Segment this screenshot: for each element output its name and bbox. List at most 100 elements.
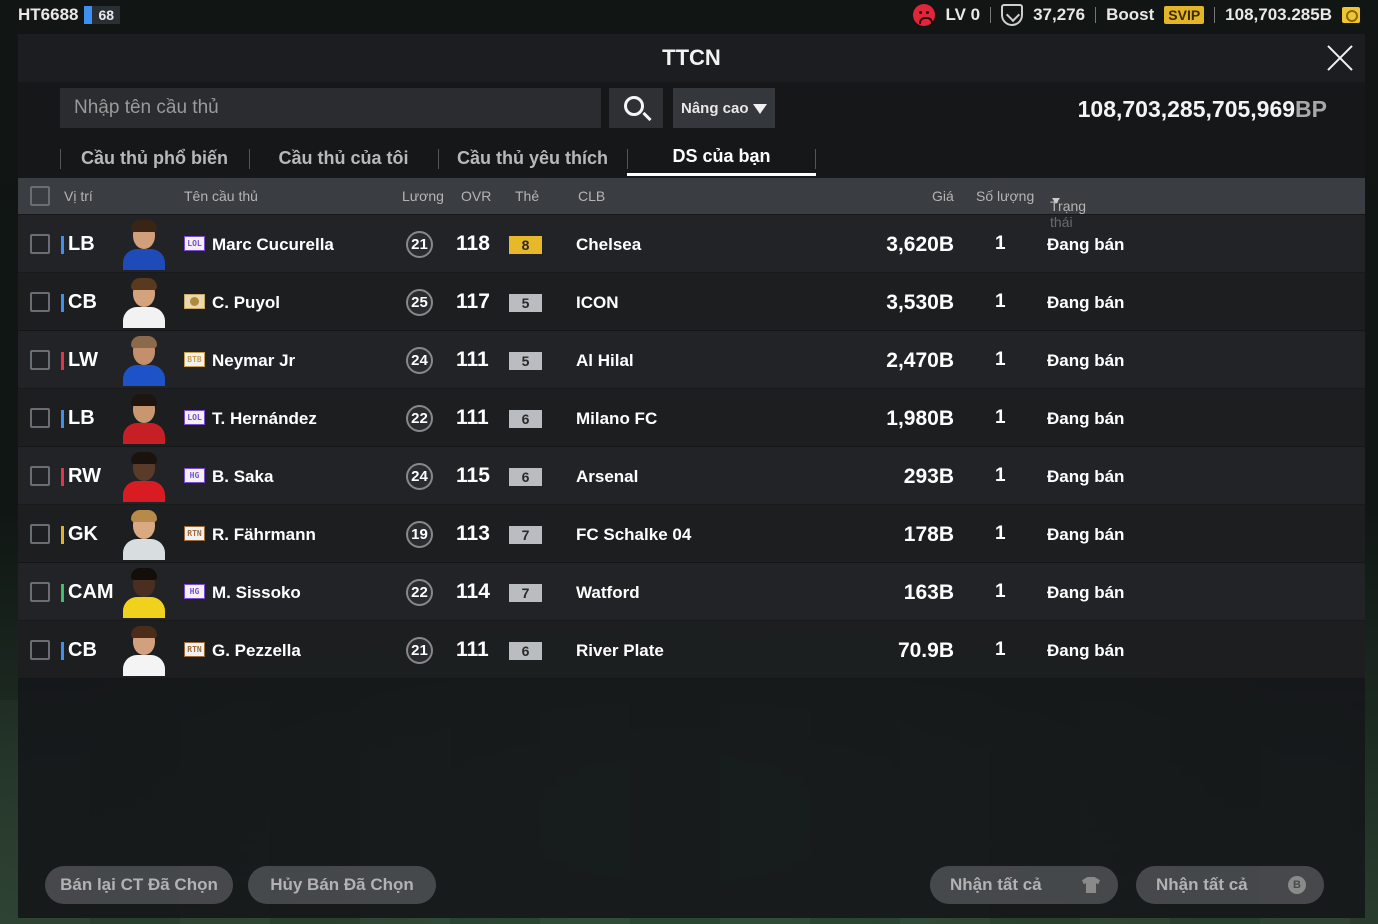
player-position: LB: [61, 407, 95, 430]
col-ovr[interactable]: OVR: [461, 188, 491, 204]
advanced-filter-dropdown[interactable]: Nâng cao: [673, 88, 775, 128]
listing-status: Đang bán: [1047, 641, 1125, 660]
player-position: LW: [61, 349, 98, 372]
svip-badge[interactable]: SVIP: [1164, 6, 1205, 24]
player-name: Neymar Jr: [212, 351, 296, 370]
player-position: GK: [61, 523, 98, 546]
player-photo: [118, 450, 170, 502]
card-grade-badge: 6: [509, 642, 542, 660]
listing-price: 178B: [903, 523, 954, 546]
player-name: G. Pezzella: [212, 641, 301, 660]
col-position[interactable]: Vị trí: [64, 188, 93, 204]
salary-badge: 19: [406, 521, 433, 548]
salary-badge: 24: [406, 347, 433, 374]
listing-quantity: 1: [995, 407, 1006, 428]
row-checkbox[interactable]: [30, 524, 50, 544]
tab-my-players[interactable]: Cầu thủ của tôi: [249, 140, 438, 176]
listing-quantity: 1: [995, 233, 1006, 254]
trophy-icon: [1001, 4, 1024, 26]
table-row[interactable]: CB RTN G. Pezzella 21 111 6 River Plate …: [18, 621, 1365, 679]
close-icon[interactable]: [1325, 43, 1355, 73]
card-grade-badge: 6: [509, 410, 542, 428]
season-badge: HG: [184, 468, 205, 483]
tab-your-listings[interactable]: DS của bạn: [627, 140, 816, 176]
player-club: River Plate: [576, 641, 664, 660]
table-row[interactable]: LB LOL Marc Cucurella 21 118 8 Chelsea 3…: [18, 215, 1365, 273]
row-checkbox[interactable]: [30, 350, 50, 370]
table-row[interactable]: CAM HG M. Sissoko 22 114 7 Watford 163B …: [18, 563, 1365, 621]
player-ovr: 115: [456, 464, 490, 487]
listing-price: 2,470B: [886, 349, 954, 372]
boost-label[interactable]: Boost: [1106, 5, 1154, 25]
card-grade-badge: 8: [509, 236, 542, 254]
user-level-badge: 68: [84, 6, 121, 24]
bp-balance: 108,703,285,705,969BP: [1077, 96, 1327, 122]
card-grade-badge: 7: [509, 584, 542, 602]
listing-quantity: 1: [995, 465, 1006, 486]
col-name[interactable]: Tên cầu thủ: [184, 188, 258, 204]
select-all-checkbox[interactable]: [30, 186, 50, 206]
table-row[interactable]: CB C. Puyol 25 117 5 ICON 3,530B 1 Đang …: [18, 273, 1365, 331]
tab-favorite-players[interactable]: Cầu thủ yêu thích: [438, 140, 627, 176]
player-position: CB: [61, 291, 97, 314]
player-position: CAM: [61, 581, 114, 604]
season-badge: BTB: [184, 352, 205, 367]
top-status-bar: HT6688 68 LV 0 37,276 Boost SVIP 108,703…: [0, 0, 1378, 30]
card-grade-badge: 6: [509, 468, 542, 486]
player-position: CB: [61, 639, 97, 662]
player-club: ICON: [576, 293, 619, 312]
col-card[interactable]: Thẻ: [515, 188, 539, 204]
advanced-filter-label: Nâng cao: [681, 99, 749, 117]
listing-price: 3,530B: [886, 291, 954, 314]
player-name: B. Saka: [212, 467, 274, 486]
player-photo: [118, 508, 170, 560]
bp-coin-icon: B: [1288, 876, 1306, 894]
listing-status: Đang bán: [1047, 235, 1125, 254]
col-price[interactable]: Giá: [932, 188, 954, 204]
col-salary[interactable]: Lương: [402, 188, 444, 204]
panel-title: TTCN: [662, 45, 721, 70]
claim-all-bp-button[interactable]: Nhận tất cả B: [1136, 866, 1324, 904]
listing-price: 163B: [903, 581, 954, 604]
row-checkbox[interactable]: [30, 292, 50, 312]
player-club: Milano FC: [576, 409, 658, 428]
player-ovr: 111: [456, 406, 489, 429]
lv-label: LV 0: [945, 5, 981, 24]
coin-icon: [1342, 7, 1360, 23]
resell-selected-button[interactable]: Bán lại CT Đã Chọn: [45, 866, 233, 904]
sad-face-icon: [913, 4, 936, 26]
player-position: RW: [61, 465, 101, 488]
season-icon-badge: [184, 294, 205, 309]
row-checkbox[interactable]: [30, 582, 50, 602]
claim-all-items-button[interactable]: Nhận tất cả: [930, 866, 1118, 904]
tab-popular-players[interactable]: Cầu thủ phổ biến: [60, 140, 249, 176]
col-club[interactable]: CLB: [578, 188, 605, 204]
cancel-selected-button[interactable]: Hủy Bán Đã Chọn: [248, 866, 436, 904]
player-club: Chelsea: [576, 235, 642, 254]
listing-status: Đang bán: [1047, 293, 1125, 312]
player-club: Arsenal: [576, 467, 639, 486]
row-checkbox[interactable]: [30, 640, 50, 660]
table-row[interactable]: RW HG B. Saka 24 115 6 Arsenal 293B 1 Đa…: [18, 447, 1365, 505]
row-checkbox[interactable]: [30, 234, 50, 254]
sort-down-icon: [1052, 198, 1060, 204]
table-row[interactable]: GK RTN R. Fährmann 19 113 7 FC Schalke 0…: [18, 505, 1365, 563]
col-quantity[interactable]: Số lượng: [976, 188, 1034, 204]
row-checkbox[interactable]: [30, 408, 50, 428]
search-input[interactable]: [60, 88, 601, 128]
listing-status: Đang bán: [1047, 525, 1125, 544]
listing-status: Đang bán: [1047, 467, 1125, 486]
trophy-count: 37,276: [1033, 5, 1086, 24]
coin-balance: 108,703.285B: [1225, 5, 1332, 24]
search-button[interactable]: [609, 88, 663, 128]
card-grade-badge: 5: [509, 352, 542, 370]
player-photo: [118, 624, 170, 676]
listing-price: 1,980B: [886, 407, 954, 430]
listing-price: 293B: [903, 465, 954, 488]
table-row[interactable]: LW BTB Neymar Jr 24 111 5 Al Hilal 2,470…: [18, 331, 1365, 389]
salary-badge: 24: [406, 463, 433, 490]
table-row[interactable]: LB LOL T. Hernández 22 111 6 Milano FC 1…: [18, 389, 1365, 447]
row-checkbox[interactable]: [30, 466, 50, 486]
table-header: Vị trí Tên cầu thủ Lương OVR Thẻ CLB Giá…: [18, 178, 1365, 230]
player-club: Al Hilal: [576, 351, 634, 370]
